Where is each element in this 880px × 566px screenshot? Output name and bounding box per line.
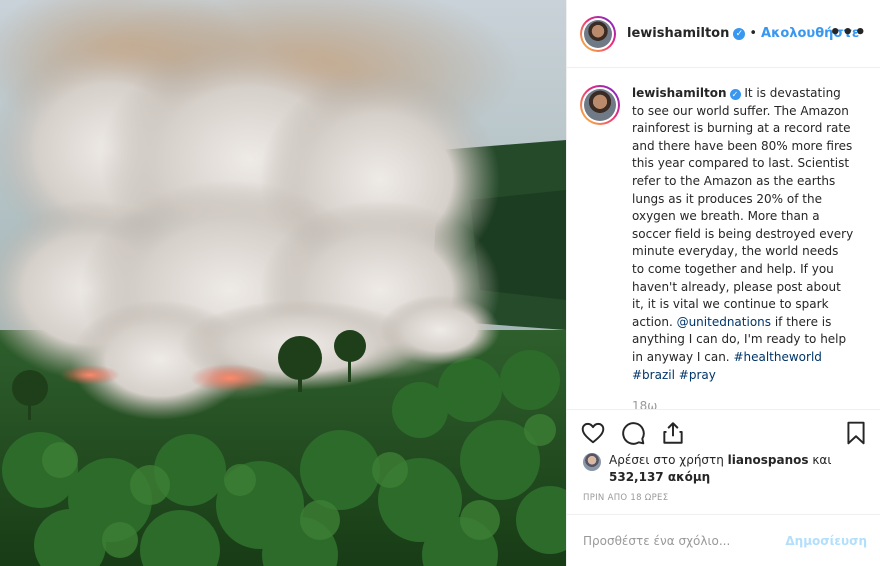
hashtag-link[interactable]: #pray <box>679 368 716 382</box>
caption-username-link[interactable]: lewishamilton <box>632 86 727 100</box>
caption-text: lewishamilton ✓ It is devastating to see … <box>632 85 854 384</box>
post-photo[interactable] <box>0 0 566 566</box>
caption-time: 18ω <box>632 399 658 409</box>
author-avatar[interactable] <box>580 15 616 52</box>
caption-area: lewishamilton ✓ It is devastating to see … <box>567 69 880 409</box>
more-icon[interactable]: ••• <box>829 22 867 43</box>
bookmark-icon[interactable] <box>843 420 869 446</box>
verified-icon: ✓ <box>733 27 746 40</box>
caption-avatar[interactable] <box>580 85 620 125</box>
hashtag-link[interactable]: #brazil <box>632 368 675 382</box>
action-bar: Αρέσει στο χρήστη lianospanos και 532,13… <box>567 409 880 514</box>
likes-count-link[interactable]: 532,137 ακόμη <box>609 470 710 484</box>
liker-avatar[interactable] <box>583 453 601 471</box>
comment-input[interactable] <box>583 533 783 548</box>
likes-summary: Αρέσει στο χρήστη lianospanos και 532,13… <box>583 452 873 486</box>
likes-prefix: Αρέσει στο χρήστη <box>609 453 728 467</box>
heart-icon[interactable] <box>580 420 606 446</box>
post-side-panel: lewishamilton ✓ • Ακολουθήστε ••• lewish… <box>566 0 880 566</box>
post-header: lewishamilton ✓ • Ακολουθήστε ••• <box>567 0 880 68</box>
likes-text: Αρέσει στο χρήστη lianospanos και 532,13… <box>609 452 831 486</box>
mention-link[interactable]: @unitednations <box>677 315 771 329</box>
hashtag-link[interactable]: #healtheworld <box>733 350 821 364</box>
post-comment-button[interactable]: Δημοσίευση <box>785 534 867 548</box>
author-username-link[interactable]: lewishamilton <box>627 26 729 41</box>
posted-ago: ΠΡΙΝ ΑΠΟ 18 ΩΡΕΣ <box>583 493 669 503</box>
liker-username-link[interactable]: lianospanos <box>728 453 809 467</box>
caption-body-1: It is devastating to see our world suffe… <box>632 86 854 329</box>
comment-bar: Δημοσίευση <box>567 514 880 566</box>
amazon-fire-image <box>0 0 566 566</box>
verified-icon: ✓ <box>729 89 741 100</box>
share-icon[interactable] <box>660 420 686 446</box>
likes-middle: και <box>808 453 832 467</box>
header-separator: • <box>749 26 758 41</box>
comment-icon[interactable] <box>620 420 646 446</box>
